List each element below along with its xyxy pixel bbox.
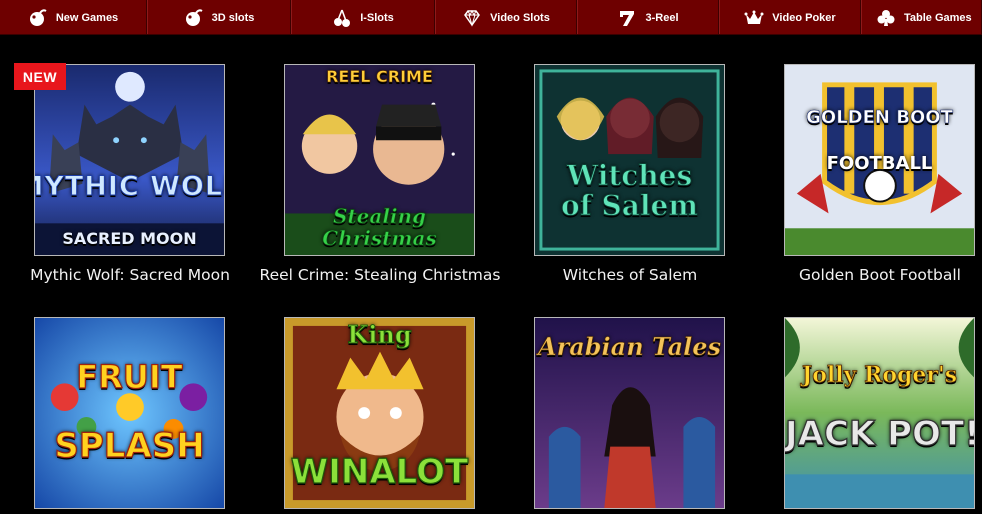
game-title[interactable]: Golden Boot Football xyxy=(745,266,982,284)
art-subtitle: WINALOT xyxy=(290,451,469,492)
game-thumbnail[interactable]: Jolly Roger's JACK POT! xyxy=(784,317,975,509)
game-title[interactable]: Mythic Wolf: Sacred Moon xyxy=(0,266,265,284)
game-thumbnail[interactable]: FRUIT SPLASH xyxy=(34,317,225,509)
club-icon xyxy=(876,8,896,28)
new-badge: NEW xyxy=(14,63,66,90)
crown-icon xyxy=(744,8,764,28)
game-thumbnail[interactable]: Witches of Salem xyxy=(534,64,725,256)
nav-label: New Games xyxy=(55,11,119,24)
nav-label: Table Games xyxy=(904,11,972,24)
nav-3-reel[interactable]: 3-Reel xyxy=(577,0,719,34)
mythic-wolf-art xyxy=(35,65,224,255)
game-thumbnail[interactable]: King WINALOT xyxy=(284,317,475,509)
art-title: FRUIT xyxy=(76,357,183,396)
nav-table-games[interactable]: Table Games xyxy=(861,0,982,34)
art-subtitle: SPLASH xyxy=(54,425,206,466)
art-subtitle: Stealing Christmas xyxy=(322,204,437,250)
game-thumbnail[interactable]: REEL CRIME Stealing Christmas xyxy=(284,64,475,256)
art-subtitle: SACRED MOON xyxy=(62,229,197,248)
game-title[interactable]: Reel Crime: Stealing Christmas xyxy=(245,266,515,284)
cherry-bomb-icon xyxy=(28,8,48,28)
nav-i-slots[interactable]: I-Slots xyxy=(291,0,435,34)
game-thumbnail[interactable]: GOLDEN BOOT FOOTBALL xyxy=(784,64,975,256)
nav-new-games[interactable]: New Games xyxy=(0,0,147,34)
art-title: Jolly Roger's xyxy=(801,362,958,389)
nav-label: I-Slots xyxy=(360,11,394,24)
nav-label: 3-Reel xyxy=(645,11,679,24)
game-title[interactable]: Witches of Salem xyxy=(495,266,765,284)
nav-3d-slots[interactable]: 3D slots xyxy=(147,0,291,34)
game-thumbnail[interactable]: MYTHIC WOLF SACRED MOON xyxy=(34,64,225,256)
art-subtitle: JACK POT! xyxy=(785,413,975,454)
art-subtitle: FOOTBALL xyxy=(826,153,933,174)
art-title: MYTHIC WOLF xyxy=(35,171,224,203)
seven-icon xyxy=(617,8,637,28)
fruit-splash-art xyxy=(35,318,224,508)
art-subtitle: Witches of Salem xyxy=(561,159,699,222)
jolly-rogers-jackpot-art xyxy=(785,318,974,508)
art-title: GOLDEN BOOT xyxy=(806,107,953,129)
nav-label: 3D slots xyxy=(211,11,255,24)
art-title: King xyxy=(347,320,412,350)
nav-video-slots[interactable]: Video Slots xyxy=(435,0,577,34)
cherry-icon xyxy=(332,8,352,28)
nav-video-poker[interactable]: Video Poker xyxy=(719,0,861,34)
nav-label: Video Slots xyxy=(490,11,550,24)
art-title: Arabian Tales xyxy=(537,332,722,362)
game-category-nav: New Games 3D slots I-Slots Video Slots 3… xyxy=(0,0,982,35)
diamond-icon xyxy=(462,8,482,28)
nav-label: Video Poker xyxy=(772,11,836,24)
cherry-bomb-icon xyxy=(184,8,204,28)
art-title: REEL CRIME xyxy=(326,67,433,87)
game-thumbnail[interactable]: Arabian Tales xyxy=(534,317,725,509)
